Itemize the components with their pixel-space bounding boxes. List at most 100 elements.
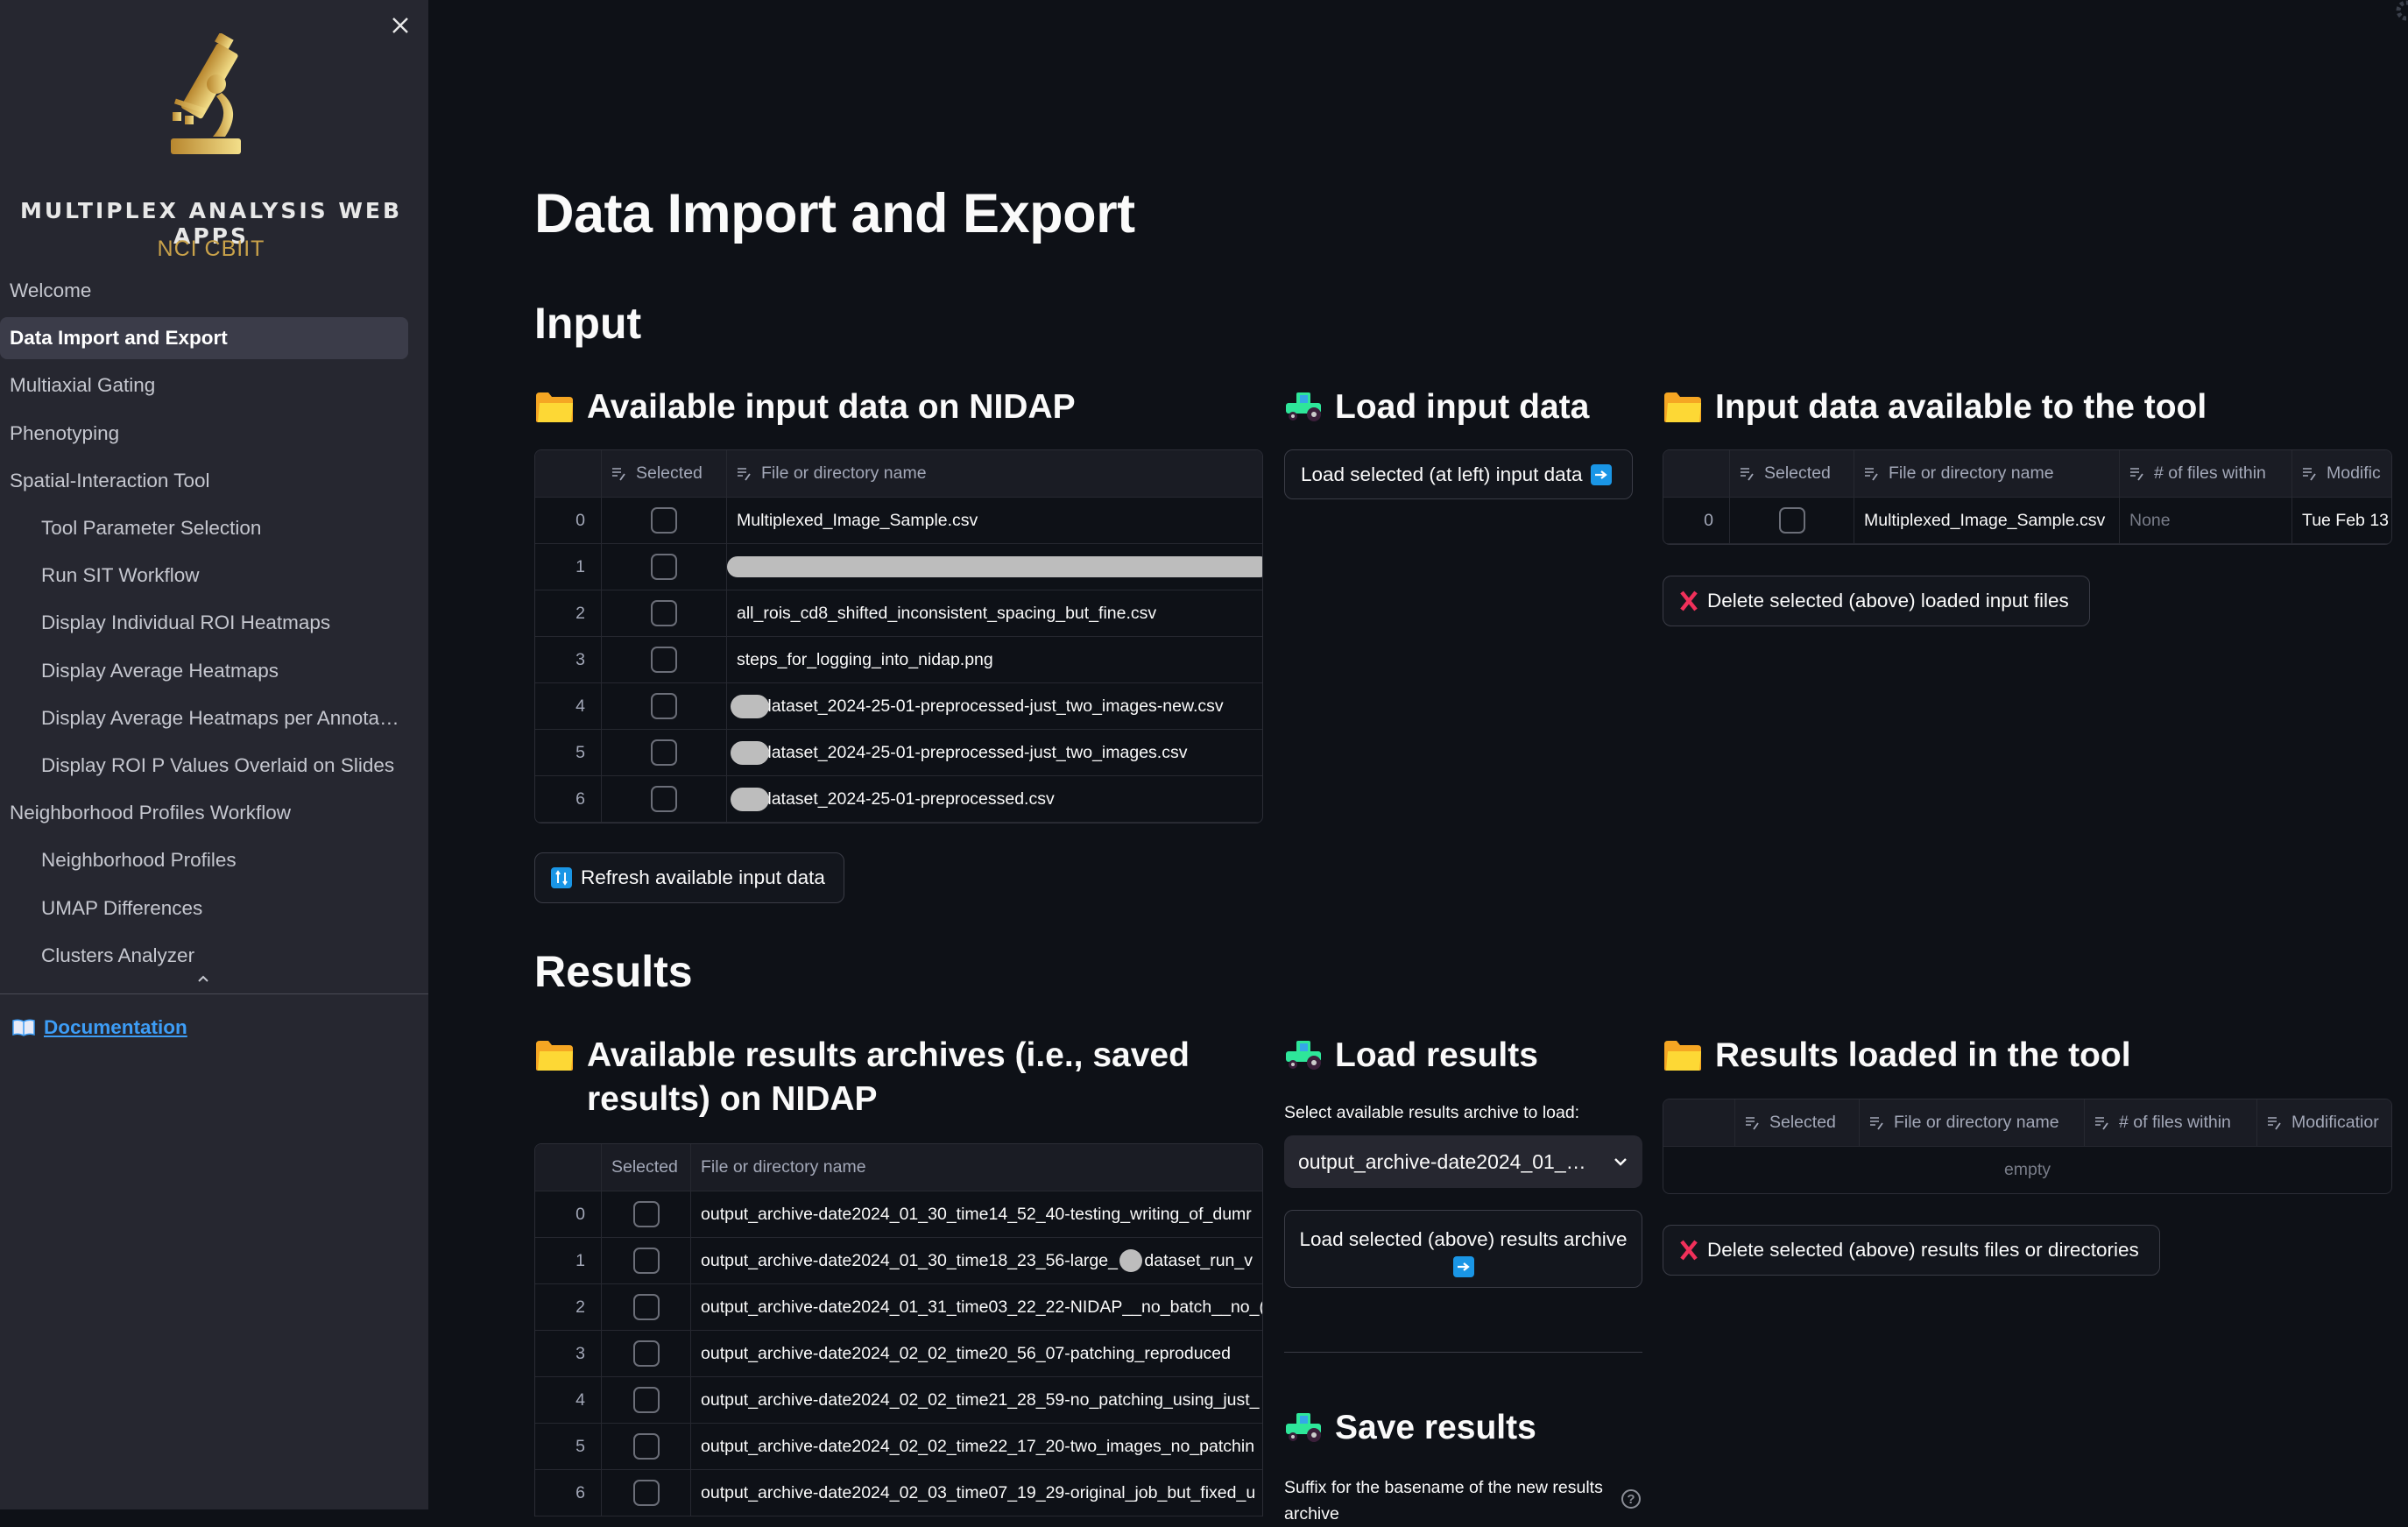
column-header[interactable]: Modific	[2292, 450, 2391, 497]
load-input-heading: Load input data	[1284, 385, 1589, 429]
refresh-icon	[551, 867, 572, 888]
sidebar-item-display-individual-roi-heatmaps[interactable]: Display Individual ROI Heatmaps	[0, 602, 408, 644]
table-row: 4 _dataset_2024-25-01-preprocessed-just_t…	[535, 683, 1262, 730]
row-checkbox[interactable]	[651, 507, 677, 534]
modified-cell[interactable]: Tue Feb 13 1	[2292, 498, 2391, 543]
redacted-text	[727, 556, 1262, 577]
row-checkbox[interactable]	[651, 554, 677, 580]
table-row: 0 Multiplexed_Image_Sample.csv None Tue Feb…	[1663, 498, 2391, 544]
row-checkbox[interactable]	[632, 1433, 660, 1460]
column-header[interactable]: # of files within	[2120, 450, 2292, 497]
column-header[interactable]: Selected	[602, 450, 727, 497]
sidebar-item-multiaxial-gating[interactable]: Multiaxial Gating	[0, 364, 408, 406]
sidebar-item-display-average-heatmaps[interactable]: Display Average Heatmaps	[0, 650, 408, 692]
table-row: 2 all_rois_cd8_shifted_inconsistent_spaci…	[535, 590, 1262, 637]
load-results-archive-button[interactable]: Load selected (above) results archive	[1284, 1210, 1642, 1288]
row-checkbox[interactable]	[632, 1294, 660, 1320]
sidebar-item-clusters-analyzer[interactable]: Clusters Analyzer	[0, 935, 408, 977]
file-name-cell[interactable]: output_archive-date2024_02_02_time21_28_…	[691, 1377, 1262, 1423]
table-row: 4 output_archive-date2024_02_02_time21_28…	[535, 1377, 1262, 1424]
sidebar: MULTIPLEX ANALYSIS WEB APPS NCI CBIIT We…	[0, 0, 428, 1509]
row-checkbox[interactable]	[651, 786, 677, 812]
table-header: Selected File or directory name	[535, 450, 1262, 498]
row-checkbox[interactable]	[651, 739, 677, 766]
sidebar-item-welcome[interactable]: Welcome	[0, 270, 408, 312]
edit-column-icon	[2130, 467, 2143, 481]
cell-text: dataset_run_v	[1144, 1250, 1253, 1270]
sidebar-divider	[0, 993, 428, 994]
file-name-cell[interactable]: output_archive-date2024_01_30_time18_23_…	[691, 1238, 1262, 1283]
column-header[interactable]: File or directory name	[691, 1144, 1262, 1191]
file-name-cell[interactable]	[727, 544, 1262, 590]
files-within-cell[interactable]: None	[2120, 498, 2292, 543]
results-archive-select[interactable]: output_archive-date2024_01_…	[1284, 1135, 1642, 1188]
table-row: 1	[535, 544, 1262, 590]
row-index: 4	[535, 683, 602, 729]
row-checkbox[interactable]	[632, 1248, 660, 1274]
file-name-cell[interactable]: _dataset_2024-25-01-preprocessed-just_tw…	[727, 683, 1262, 729]
sidebar-item-run-sit-workflow[interactable]: Run SIT Workflow	[0, 555, 408, 597]
column-header[interactable]: Selected	[602, 1144, 691, 1191]
red-x-icon	[1680, 1240, 1698, 1261]
sidebar-item-display-average-heatmaps-per-annota[interactable]: Display Average Heatmaps per Annota…	[0, 697, 408, 739]
table-row: 1 output_archive-date2024_01_30_time18_23…	[535, 1238, 1262, 1284]
sidebar-item-data-import-and-export[interactable]: Data Import and Export	[0, 317, 408, 360]
selected-cell	[602, 1377, 691, 1423]
file-name-cell[interactable]: output_archive-date2024_01_30_time14_52_…	[691, 1191, 1262, 1237]
table-header: Selected File or directory name # of files…	[1663, 1099, 2391, 1147]
row-checkbox[interactable]	[632, 1340, 660, 1367]
row-checkbox[interactable]	[632, 1201, 660, 1227]
cell-text: _dataset_2024-25-01-preprocessed.csv	[752, 788, 1055, 809]
sidebar-item-display-roi-p-values-overlaid-on-slides[interactable]: Display ROI P Values Overlaid on Slides	[0, 745, 408, 787]
row-checkbox[interactable]	[632, 1480, 660, 1506]
file-name-cell[interactable]: _dataset_2024-25-01-preprocessed-just_tw…	[727, 730, 1262, 775]
column-header[interactable]: File or directory name	[1860, 1099, 2085, 1146]
row-checkbox[interactable]	[651, 693, 677, 719]
file-name-cell[interactable]: Multiplexed_Image_Sample.csv	[727, 498, 1262, 543]
file-name-cell[interactable]: output_archive-date2024_02_02_time22_17_…	[691, 1424, 1262, 1469]
cell-text: steps_for_logging_into_nidap.png	[737, 649, 993, 669]
chevron-up-icon[interactable]	[194, 972, 212, 985]
row-index: 2	[535, 590, 602, 636]
cell-text: None	[2129, 510, 2171, 530]
file-name-cell[interactable]: steps_for_logging_into_nidap.png	[727, 637, 1262, 682]
row-checkbox[interactable]	[1778, 507, 1805, 534]
file-name-cell[interactable]: _dataset_2024-25-01-preprocessed.csv	[727, 776, 1262, 822]
column-header-label: File or directory name	[761, 463, 927, 483]
column-header[interactable]: # of files within	[2085, 1099, 2257, 1146]
delete-loaded-results-button[interactable]: Delete selected (above) results files or…	[1663, 1225, 2160, 1276]
table-row: 5 _dataset_2024-25-01-preprocessed-just_t…	[535, 730, 1262, 776]
documentation-link[interactable]: Documentation	[12, 1016, 187, 1039]
app-logo: MULTIPLEX ANALYSIS WEB APPS NCI CBIIT	[0, 26, 428, 261]
cell-text: all_rois_cd8_shifted_inconsistent_spacin…	[737, 603, 1157, 623]
sidebar-item-neighborhood-profiles[interactable]: Neighborhood Profiles	[0, 839, 408, 881]
file-name-cell[interactable]: output_archive-date2024_01_31_time03_22_…	[691, 1284, 1262, 1330]
file-name-cell[interactable]: all_rois_cd8_shifted_inconsistent_spacin…	[727, 590, 1262, 636]
file-name-cell[interactable]: output_archive-date2024_02_02_time20_56_…	[691, 1331, 1262, 1376]
sidebar-item-phenotyping[interactable]: Phenotyping	[0, 413, 408, 455]
logo-subtitle: NCI CBIIT	[157, 237, 265, 261]
column-header[interactable]: File or directory name	[1854, 450, 2120, 497]
column-header[interactable]: Selected	[1730, 450, 1854, 497]
edit-column-icon	[1870, 1116, 1883, 1130]
file-name-cell[interactable]: Multiplexed_Image_Sample.csv	[1854, 498, 2120, 543]
column-header[interactable]: File or directory name	[727, 450, 1262, 497]
delete-loaded-input-label: Delete selected (above) loaded input fil…	[1707, 590, 2069, 612]
column-header[interactable]: Modificatior	[2257, 1099, 2391, 1146]
sidebar-item-tool-parameter-selection[interactable]: Tool Parameter Selection	[0, 507, 408, 549]
row-checkbox[interactable]	[651, 647, 677, 673]
refresh-input-data-button[interactable]: Refresh available input data	[534, 852, 844, 903]
documentation-link-label: Documentation	[44, 1016, 187, 1038]
row-checkbox[interactable]	[651, 600, 677, 626]
row-checkbox[interactable]	[632, 1387, 660, 1413]
sidebar-item-spatial-interaction-tool[interactable]: Spatial-Interaction Tool	[0, 460, 408, 502]
help-icon[interactable]: ?	[1621, 1489, 1641, 1509]
column-header[interactable]: Selected	[1735, 1099, 1860, 1146]
load-input-data-button[interactable]: Load selected (at left) input data	[1284, 449, 1633, 499]
sidebar-item-neighborhood-profiles-workflow[interactable]: Neighborhood Profiles Workflow	[0, 792, 408, 834]
delete-loaded-input-button[interactable]: Delete selected (above) loaded input fil…	[1663, 576, 2090, 626]
file-name-cell[interactable]: output_archive-date2024_02_03_time07_19_…	[691, 1470, 1262, 1516]
row-index: 6	[535, 1470, 602, 1516]
sidebar-item-umap-differences[interactable]: UMAP Differences	[0, 887, 408, 930]
edit-column-icon	[2095, 1116, 2108, 1130]
